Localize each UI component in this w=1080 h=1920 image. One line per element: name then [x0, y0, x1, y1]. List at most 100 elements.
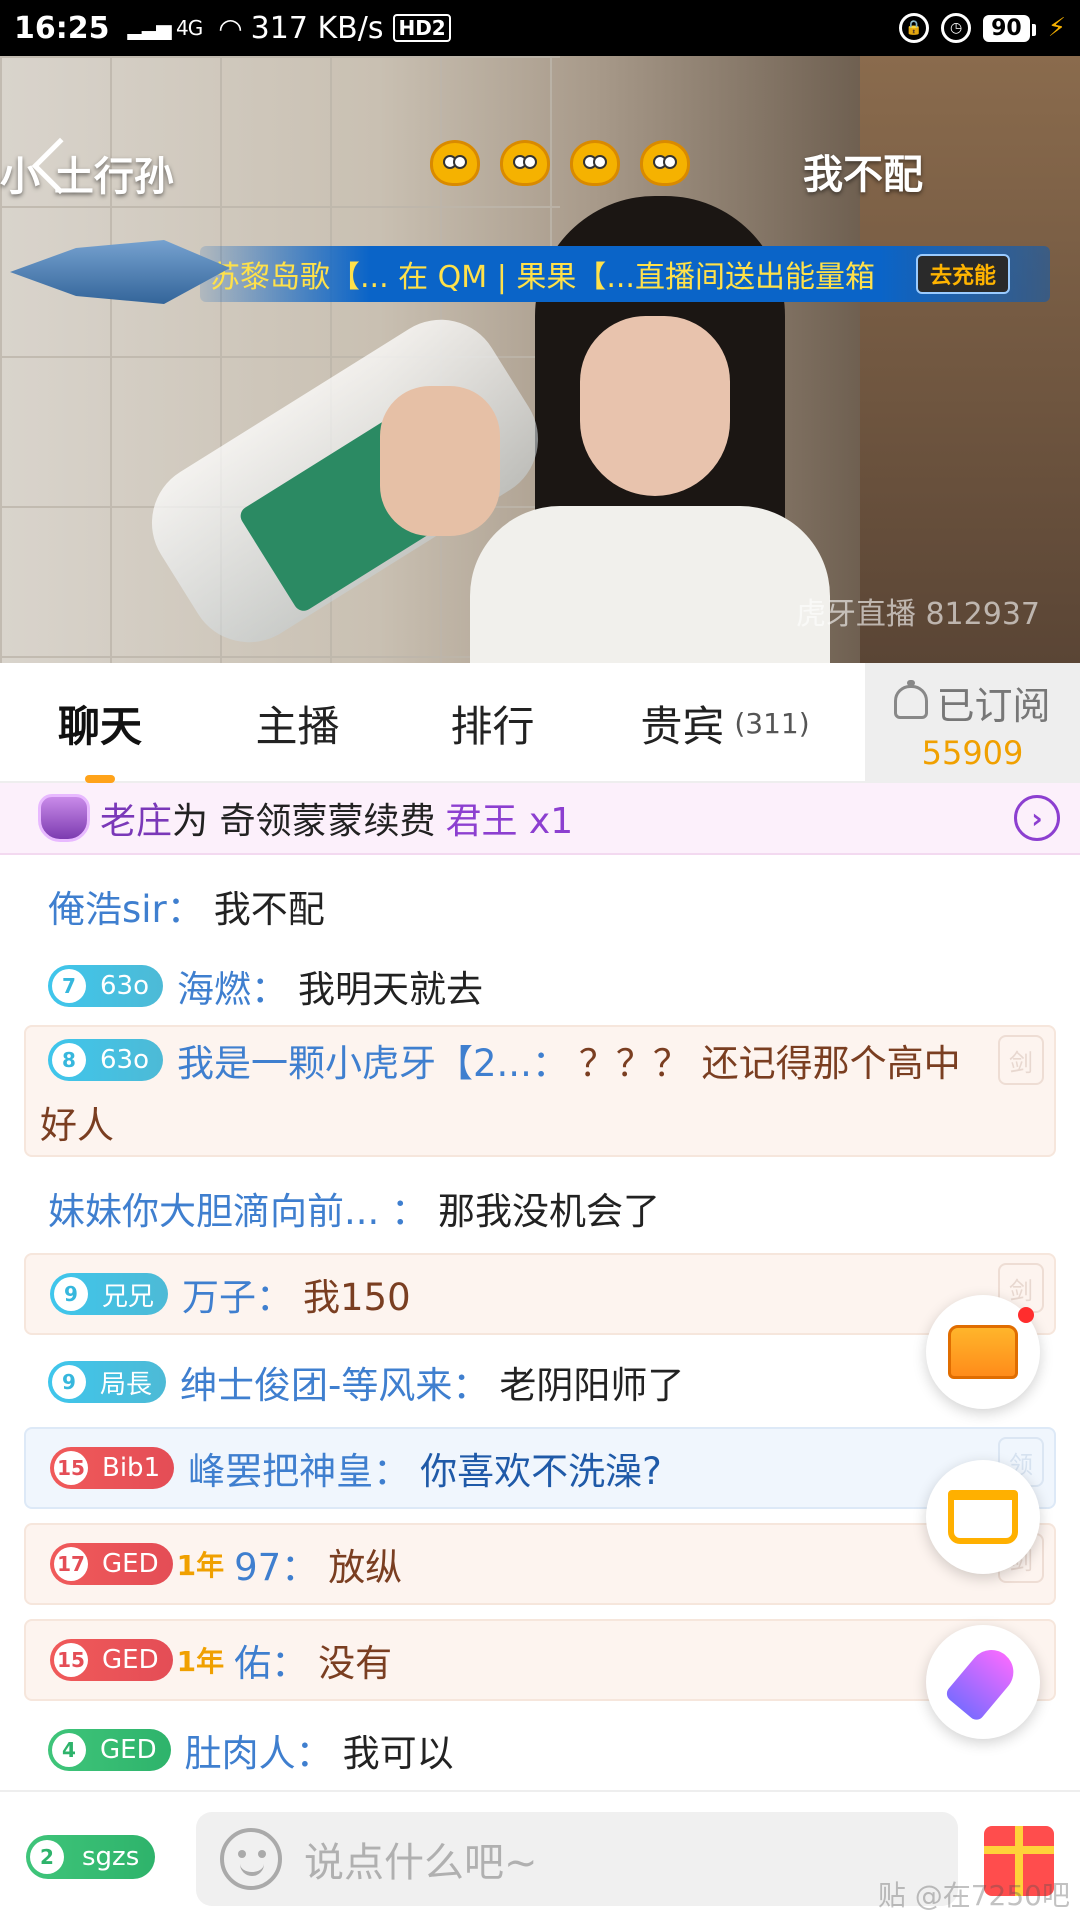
rotation-lock-icon: 🔒	[899, 13, 930, 43]
chat-text: 我150	[303, 1276, 411, 1319]
chat-username[interactable]: 97：	[234, 1537, 318, 1591]
tab-anchor-label: 主播	[255, 701, 340, 751]
fan-badge-label: Bib1	[102, 1453, 161, 1483]
chat-username[interactable]: 俺浩sir：	[48, 879, 204, 933]
tab-chat[interactable]: 聊天	[0, 663, 200, 783]
list-item: 妹妹你大胆滴向前... ： 那我没机会了	[24, 1173, 1056, 1243]
chat-text: 我明天就去	[298, 968, 483, 1011]
chat-username[interactable]: 海燃：	[177, 959, 288, 1013]
streamer-shirt	[470, 506, 830, 663]
chat-username[interactable]: 峰罢把神皇：	[188, 1441, 410, 1495]
fan-badge-label: 63o	[100, 1045, 149, 1075]
list-item: 15 Bib1 峰罢把神皇： 你喜欢不洗澡? 领	[24, 1427, 1056, 1509]
tab-ranking-label: 排行	[450, 701, 535, 751]
cellular-signal-icon: ▂▃▅ 4G	[127, 16, 204, 40]
notification-dot	[1018, 1307, 1034, 1323]
subscriber-count: 55909	[921, 733, 1024, 772]
chat-list[interactable]: 俺浩sir： 我不配 7 63o 海燃： 我明天就去 8 63o 我是一颗小虎牙【2…	[0, 855, 1080, 1790]
chat-text: 那我没机会了	[438, 1190, 661, 1233]
chat-text: 我可以	[342, 1732, 454, 1775]
danmaku-text: 我不配	[803, 152, 923, 198]
fan-badge-label: 兄兄	[102, 1281, 155, 1312]
alarm-icon: ◷	[941, 13, 972, 43]
chat-username[interactable]: 妹妹你大胆滴向前... ：	[48, 1181, 428, 1235]
live-stream-page: 16:25 ▂▃▅ 4G ◠ 317 KB/s HD2 🔒 ◷ 90 ⚡ 小 土…	[0, 0, 1080, 1920]
notice-text: 为 奇领蒙蒙续费	[172, 801, 436, 842]
emoji-icon	[430, 140, 480, 186]
emoji-icon	[500, 140, 550, 186]
notice-user: 老庄	[100, 801, 173, 842]
clock: 16:25	[14, 10, 110, 46]
status-bar: 16:25 ▂▃▅ 4G ◠ 317 KB/s HD2 🔒 ◷ 90 ⚡	[0, 0, 1080, 56]
network-type: 4G	[176, 16, 203, 40]
chat-text: 我不配	[213, 888, 325, 931]
list-item: 17 GED 1年 97： 放纵 剑	[24, 1523, 1056, 1605]
fan-badge[interactable]: 7 63o	[48, 965, 163, 1007]
chat-username[interactable]: 我是一颗小虎牙【2...：	[177, 1033, 569, 1087]
wifi-icon: ◠	[218, 11, 243, 45]
chat-text: 你喜欢不洗澡?	[420, 1450, 662, 1493]
vip-count: (311)	[734, 706, 810, 740]
subscribe-label: 已订阅	[936, 683, 1051, 728]
tab-vip[interactable]: 贵宾 (311)	[590, 663, 860, 783]
fan-level: 9	[52, 1365, 86, 1399]
chat-input[interactable]: 说点什么吧~	[196, 1812, 958, 1906]
list-item: 7 63o 海燃： 我明天就去	[24, 951, 1056, 1021]
fan-badge-label: 局長	[100, 1369, 153, 1400]
fan-badge-label: 63o	[100, 971, 149, 1001]
chevron-right-icon[interactable]: ›	[1014, 795, 1060, 841]
battery-icon: 90	[983, 14, 1036, 42]
subscribe-button[interactable]: 已订阅 55909	[865, 663, 1080, 783]
fan-level: 8	[52, 1043, 86, 1077]
chat-username[interactable]: 佑：	[234, 1633, 308, 1687]
emoji-icon	[570, 140, 620, 186]
fan-badge[interactable]: 9 局長	[48, 1361, 167, 1403]
my-fan-badge[interactable]: 2 sgzs	[26, 1835, 156, 1879]
list-item: 俺浩sir： 我不配	[24, 875, 1056, 937]
tab-bar: 聊天 主播 排行 贵宾 (311) 已订阅 55909	[0, 663, 1080, 783]
chat-username[interactable]: 肚肉人：	[185, 1723, 333, 1777]
tab-anchor[interactable]: 主播	[200, 663, 395, 783]
list-item: 9 局長 绅士俊团-等风来： 老阴阳师了	[24, 1347, 1056, 1417]
shop-button[interactable]	[926, 1460, 1040, 1574]
rocket-button[interactable]	[926, 1625, 1040, 1739]
my-fan-badge-label: sgzs	[82, 1842, 140, 1872]
fan-badge-label: GED	[102, 1549, 159, 1579]
video-player[interactable]: 小 土行孙 我不配 苏黎岛歌【... 在 QM | 果果【...直播间送出能量箱…	[0, 56, 1080, 663]
treasure-chest-icon	[948, 1325, 1018, 1379]
fan-badge-label: GED	[100, 1735, 157, 1765]
fan-badge-label: GED	[102, 1645, 159, 1675]
treasure-chest-button[interactable]	[926, 1295, 1040, 1409]
chat-username[interactable]: 绅士俊团-等风来：	[180, 1355, 489, 1409]
chat-text: 老阴阳师了	[499, 1364, 685, 1407]
tab-ranking[interactable]: 排行	[395, 663, 590, 783]
chat-input-bar: 2 sgzs 说点什么吧~ 贴 @在7250吧	[0, 1790, 1080, 1920]
chat-input-placeholder: 说点什么吧~	[304, 1840, 538, 1886]
list-item: 15 GED 1年 佑： 没有	[24, 1619, 1056, 1701]
streamer-face	[580, 316, 730, 496]
streamer-hand	[380, 386, 500, 536]
fan-badge[interactable]: 15 GED	[50, 1639, 173, 1681]
chat-text: ？？？ 还记得那个高中	[578, 1042, 961, 1085]
fan-level: 17	[54, 1547, 88, 1581]
my-fan-level: 2	[30, 1840, 64, 1874]
fan-badge[interactable]: 17 GED	[50, 1543, 173, 1585]
rocket-icon	[943, 1641, 1023, 1723]
charge-button[interactable]: 去充能	[915, 254, 1010, 294]
danmaku-emojis	[430, 140, 690, 186]
fan-level: 4	[52, 1733, 86, 1767]
active-tab-indicator	[85, 775, 115, 783]
fan-badge[interactable]: 8 63o	[48, 1039, 163, 1081]
fan-badge[interactable]: 15 Bib1	[50, 1447, 175, 1489]
fan-badge[interactable]: 9 兄兄	[50, 1273, 169, 1315]
fan-badge[interactable]: 4 GED	[48, 1729, 171, 1771]
renewal-notice[interactable]: 老庄 为 奇领蒙蒙续费 君王 x1 ›	[0, 783, 1080, 855]
chat-text: 没有	[318, 1642, 393, 1685]
emoji-picker-icon[interactable]	[220, 1828, 282, 1890]
notice-item: 君王 x1	[445, 801, 574, 842]
king-badge-icon	[38, 794, 90, 842]
chat-username[interactable]: 万子：	[182, 1267, 293, 1321]
gift-broadcast-banner[interactable]: 苏黎岛歌【... 在 QM | 果果【...直播间送出能量箱 去充能	[10, 226, 1050, 318]
cart-icon	[948, 1490, 1018, 1544]
year-badge: 1年	[176, 1645, 225, 1678]
